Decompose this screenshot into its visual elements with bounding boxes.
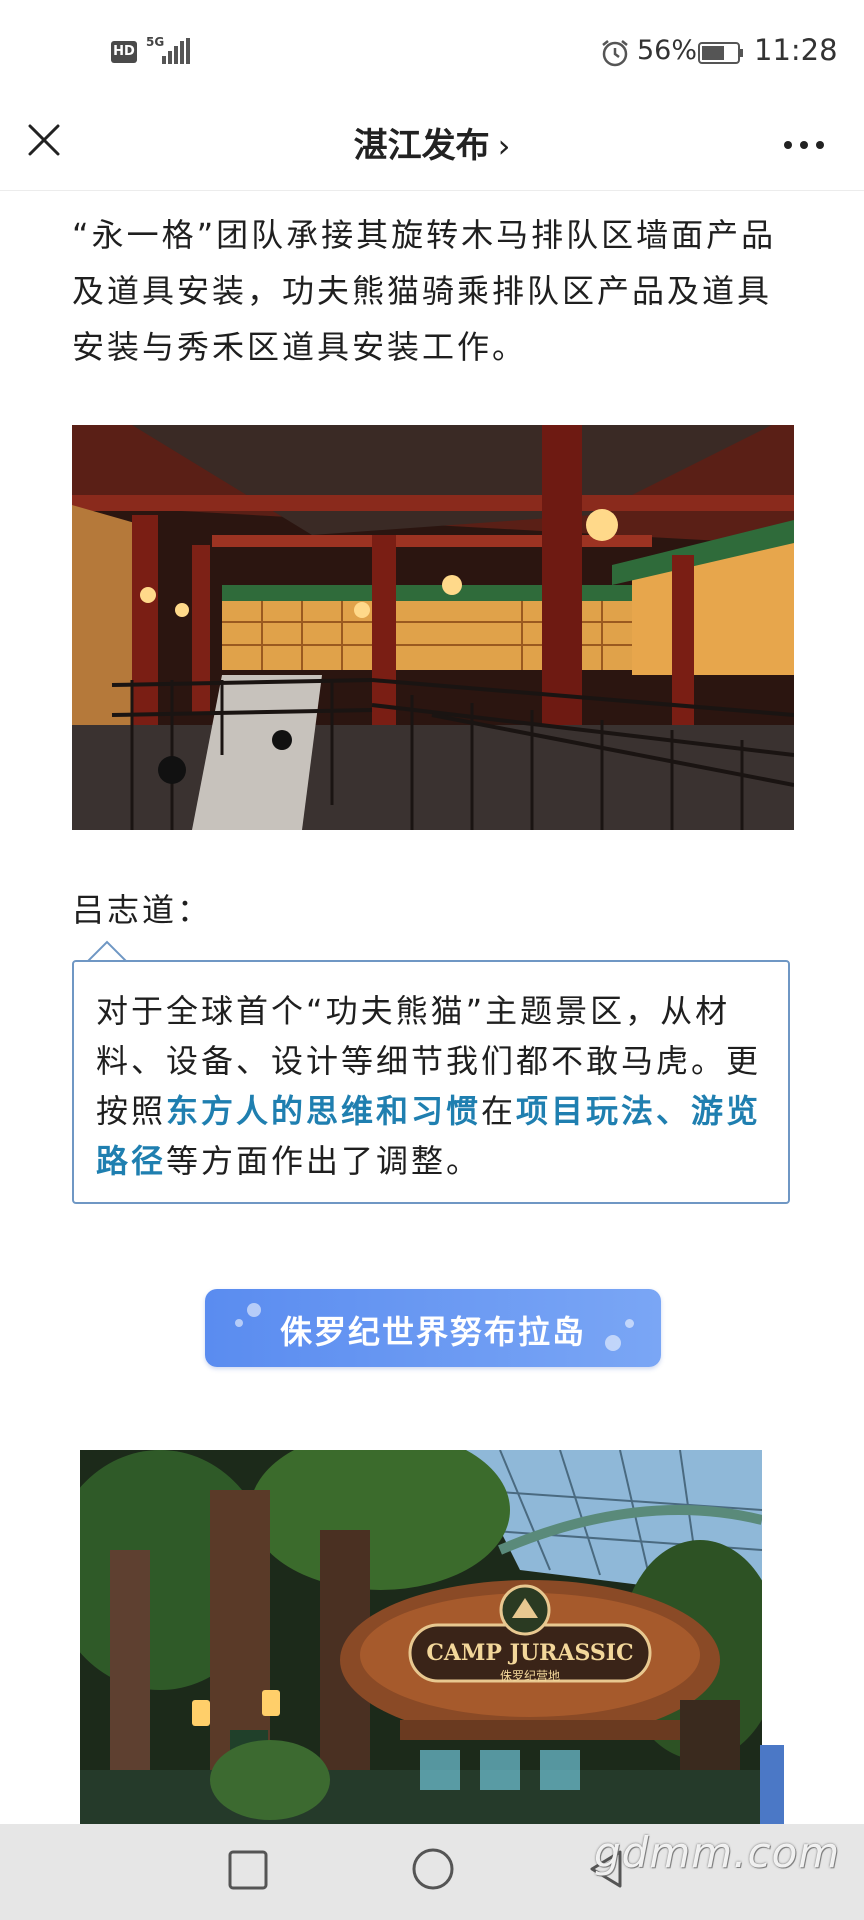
photo-camp-jurassic: CAMP JURASSIC 侏罗纪营地 [80,1450,762,1824]
page-title[interactable]: 湛江发布 › [0,118,864,167]
sign-camp-jurassic-cn: 侏罗纪营地 [500,1669,560,1683]
quote-part-2: 在 [481,1092,517,1130]
home-icon[interactable] [410,1846,456,1892]
photo-queue-area [72,425,794,830]
title-bar: 湛江发布 › [0,104,864,191]
signal-icon [162,38,190,64]
battery-icon [698,42,743,64]
more-icon[interactable] [780,124,828,164]
hd-badge: HD [111,41,137,63]
quote-pointer [87,940,127,962]
quote-part-3: 等方面作出了调整。 [166,1142,482,1180]
decorative-strip [760,1745,784,1825]
watermark: gdmm.com [594,1828,841,1877]
quote-box: 对于全球首个“功夫熊猫”主题景区，从材料、设备、设计等细节我们都不敢马虎。更按照… [72,960,790,1204]
speaker-name: 吕志道： [72,891,213,929]
sign-camp-jurassic: CAMP JURASSIC [426,1640,633,1666]
quote-highlight-1: 东方人的思维和习惯 [166,1092,482,1130]
back-icon[interactable] [226,1848,270,1892]
section-heading: 侏罗纪世界努布拉岛 [279,1313,586,1351]
section-heading-pill: 侏罗纪世界努布拉岛 [205,1289,661,1367]
battery-percent: 56% [637,35,698,66]
account-name[interactable]: 湛江发布 [354,126,490,166]
quote-text: 对于全球首个“功夫熊猫”主题景区，从材料、设备、设计等细节我们都不敢马虎。更按照… [96,986,776,1186]
alarm-icon [602,40,628,67]
clock: 11:28 [754,33,838,67]
status-bar: HD 5G 56% 11:28 [0,0,864,104]
chevron-right-icon: › [497,127,511,165]
article-paragraph: “永一格”团队承接其旋转木马排队区墙面产品及道具安装，功夫熊猫骑乘排队区产品及道… [72,216,777,366]
